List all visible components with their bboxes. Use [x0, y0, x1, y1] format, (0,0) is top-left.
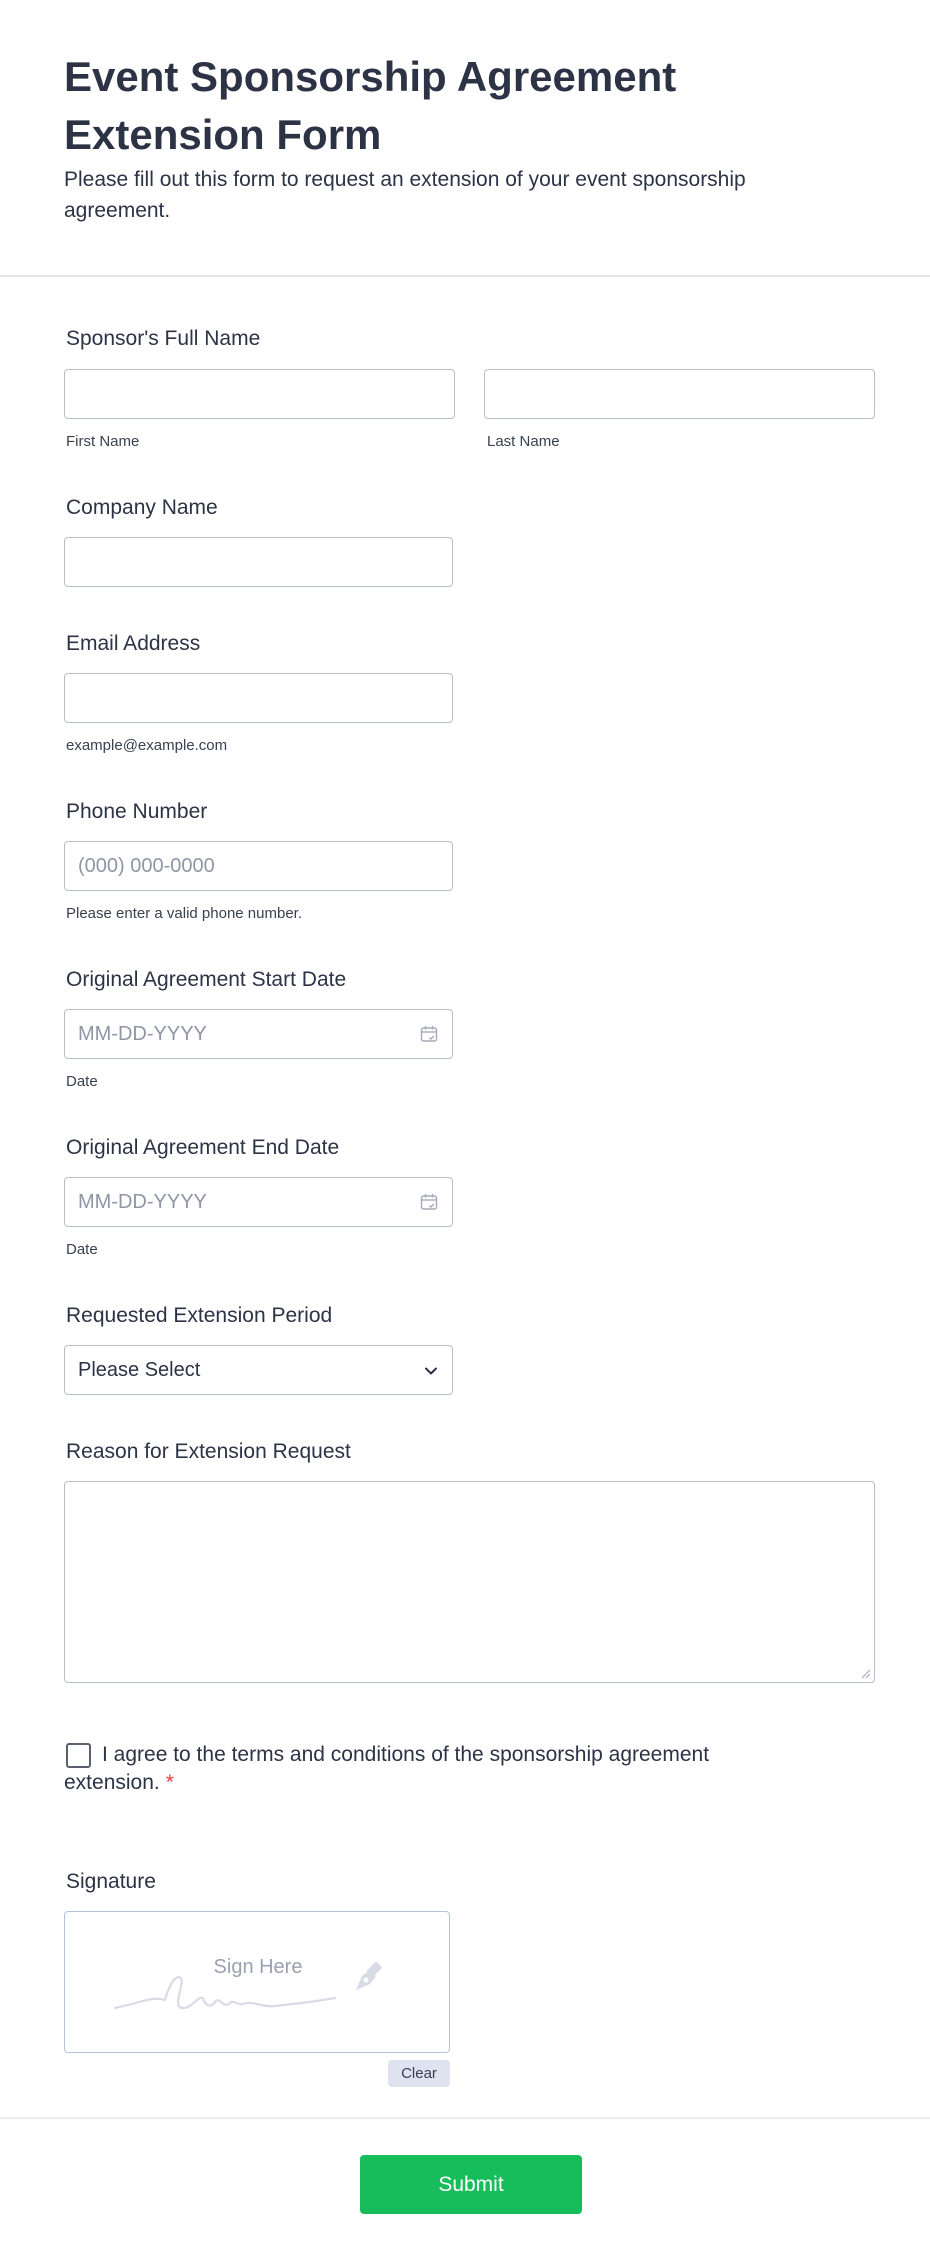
- start-date-sublabel: Date: [66, 1073, 98, 1090]
- last-name-sublabel: Last Name: [487, 433, 560, 450]
- last-name-input[interactable]: [484, 369, 875, 419]
- phone-input[interactable]: (000) 000-0000: [64, 841, 453, 891]
- extension-period-select[interactable]: Please Select: [64, 1345, 453, 1395]
- reason-label: Reason for Extension Request: [66, 1440, 351, 1463]
- submit-button[interactable]: Submit: [360, 2155, 582, 2214]
- end-date-placeholder: MM-DD-YYYY: [78, 1191, 207, 1213]
- form-subtitle: Please fill out this form to request an …: [64, 168, 746, 222]
- start-date-label: Original Agreement Start Date: [66, 968, 347, 991]
- start-date-input[interactable]: MM-DD-YYYY: [64, 1009, 453, 1059]
- calendar-icon[interactable]: [420, 1193, 438, 1211]
- sign-here-placeholder: Sign Here: [213, 1956, 303, 1978]
- reason-textarea[interactable]: [64, 1481, 875, 1683]
- full-name-label: Sponsor's Full Name: [66, 327, 261, 350]
- chevron-down-icon: [425, 1367, 437, 1375]
- email-sublabel: example@example.com: [66, 737, 228, 754]
- phone-placeholder: (000) 000-0000: [78, 855, 215, 877]
- email-input[interactable]: [64, 673, 453, 723]
- resize-handle-icon[interactable]: [861, 1669, 871, 1679]
- pen-nib-icon: [356, 1962, 382, 1990]
- first-name-input[interactable]: [64, 369, 455, 419]
- form-title: Event Sponsorship Agreement Extension Fo…: [64, 53, 677, 158]
- form-header: Event Sponsorship Agreement Extension Fo…: [0, 0, 930, 277]
- end-date-sublabel: Date: [66, 1241, 98, 1258]
- signature-pad[interactable]: Sign Here: [64, 1911, 450, 2053]
- phone-label: Phone Number: [66, 800, 208, 823]
- phone-sublabel: Please enter a valid phone number.: [66, 905, 302, 922]
- company-name-input[interactable]: [64, 537, 453, 587]
- company-name-label: Company Name: [66, 496, 218, 519]
- agree-text-wrapper[interactable]: I agree to the terms and conditions of t…: [64, 1741, 764, 1797]
- required-mark: *: [165, 1771, 174, 1794]
- start-date-placeholder: MM-DD-YYYY: [78, 1023, 207, 1045]
- signature-clear-button[interactable]: Clear: [388, 2060, 450, 2087]
- calendar-icon[interactable]: [420, 1025, 438, 1043]
- footer-divider: [0, 2117, 930, 2119]
- extension-period-value: Please Select: [78, 1359, 201, 1381]
- end-date-input[interactable]: MM-DD-YYYY: [64, 1177, 453, 1227]
- end-date-label: Original Agreement End Date: [66, 1136, 340, 1159]
- email-label: Email Address: [66, 632, 201, 655]
- agree-label[interactable]: I agree to the terms and conditions of t…: [64, 1743, 709, 1794]
- extension-period-label: Requested Extension Period: [66, 1304, 333, 1327]
- first-name-sublabel: First Name: [66, 433, 140, 450]
- signature-label: Signature: [66, 1870, 156, 1893]
